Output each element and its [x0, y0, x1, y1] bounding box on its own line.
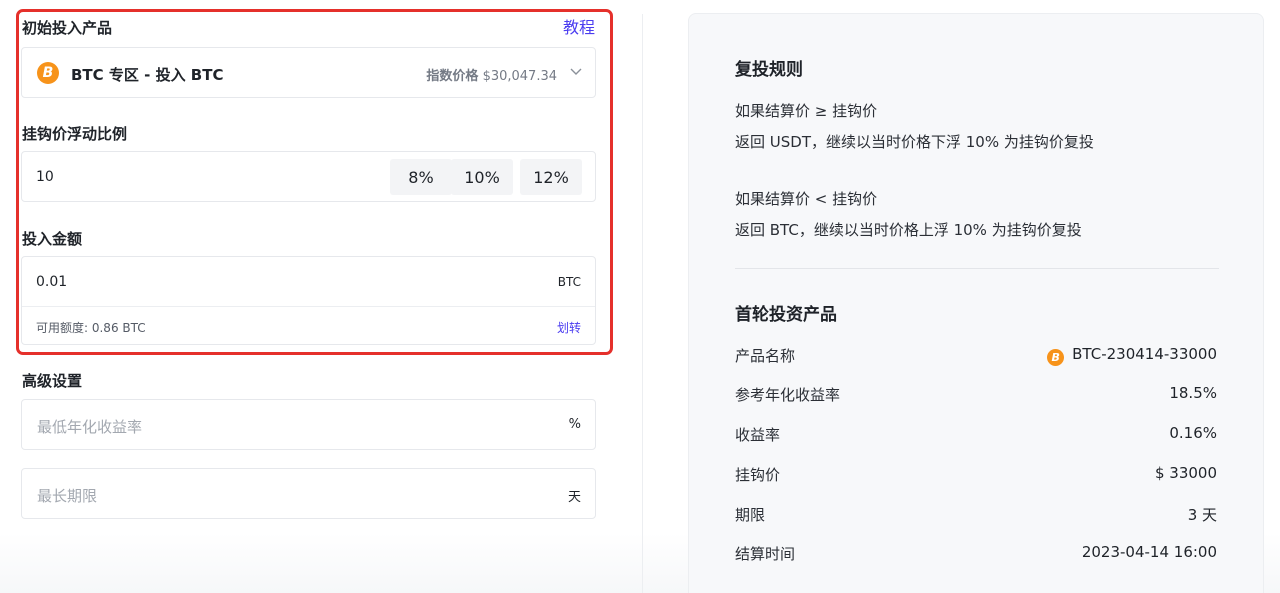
row-value-strike-price: $ 33000	[1154, 464, 1217, 482]
product-name-value: BTC-230414-33000	[1072, 345, 1217, 363]
min-yield-input[interactable]: 最低年化收益率	[37, 416, 142, 437]
float-ratio-title: 挂钩价浮动比例	[22, 125, 128, 143]
max-term-input[interactable]: 最长期限	[37, 485, 97, 506]
float-option-12[interactable]: 12%	[520, 159, 582, 195]
float-ratio-field[interactable]: 10 8% 10% 12%	[21, 151, 596, 202]
row-label-settlement-time: 结算时间	[735, 545, 796, 563]
row-label-yield: 收益率	[735, 426, 781, 444]
tutorial-link[interactable]: 教程	[563, 14, 595, 38]
column-divider	[642, 14, 643, 593]
row-value-yield: 0.16%	[1169, 424, 1217, 442]
index-price: 指数价格 $30,047.34	[426, 65, 557, 84]
index-price-label: 指数价格	[426, 69, 479, 84]
row-value-term: 3 天	[1187, 506, 1217, 524]
row-label-term: 期限	[735, 506, 766, 524]
advanced-settings-title: 高级设置	[22, 372, 83, 390]
max-term-unit: 天	[567, 490, 581, 505]
amount-field: 0.01 BTC 可用额度: 0.86 BTC 划转	[21, 256, 596, 345]
rule1-action: 返回 USDT，继续以当时价格下浮 10% 为挂钩价复投	[735, 133, 1094, 151]
reinvest-rules-title: 复投规则	[735, 60, 803, 80]
float-option-8[interactable]: 8%	[390, 159, 452, 195]
available-balance: 可用额度: 0.86 BTC	[36, 321, 146, 335]
min-yield-unit: %	[568, 417, 581, 432]
amount-input[interactable]: 0.01	[36, 274, 67, 290]
rule2-condition: 如果结算价 < 挂钩价	[735, 190, 878, 208]
amount-unit: BTC	[557, 275, 581, 289]
row-label-ref-apy: 参考年化收益率	[735, 386, 841, 404]
amount-divider	[22, 306, 595, 307]
min-yield-field[interactable]: 最低年化收益率 %	[21, 399, 596, 450]
float-ratio-input[interactable]: 10	[36, 169, 54, 185]
amount-title: 投入金额	[22, 230, 83, 248]
first-round-title: 首轮投资产品	[735, 305, 837, 325]
float-option-10[interactable]: 10%	[451, 159, 513, 195]
index-price-value: $30,047.34	[482, 69, 557, 84]
initial-product-title: 初始投入产品	[22, 19, 113, 37]
row-label-product-name: 产品名称	[735, 347, 796, 365]
transfer-link[interactable]: 划转	[557, 319, 581, 336]
chevron-down-icon	[570, 68, 582, 75]
summary-panel: 复投规则 如果结算价 ≥ 挂钩价 返回 USDT，继续以当时价格下浮 10% 为…	[688, 13, 1264, 593]
row-value-ref-apy: 18.5%	[1169, 384, 1217, 402]
product-name: BTC 专区 - 投入 BTC	[71, 66, 224, 84]
row-value-settlement-time: 2023-04-14 16:00	[1081, 543, 1217, 561]
rule2-action: 返回 BTC，继续以当时价格上浮 10% 为挂钩价复投	[735, 221, 1082, 239]
row-value-product-name: B BTC-230414-33000	[1047, 345, 1217, 366]
rule1-condition: 如果结算价 ≥ 挂钩价	[735, 102, 878, 120]
bitcoin-icon: B	[1047, 349, 1065, 366]
product-selector[interactable]: B BTC 专区 - 投入 BTC 指数价格 $30,047.34	[21, 47, 596, 98]
row-label-strike-price: 挂钩价	[735, 466, 781, 484]
max-term-field[interactable]: 最长期限 天	[21, 468, 596, 519]
panel-divider	[735, 268, 1219, 269]
bitcoin-icon: B	[37, 62, 59, 84]
